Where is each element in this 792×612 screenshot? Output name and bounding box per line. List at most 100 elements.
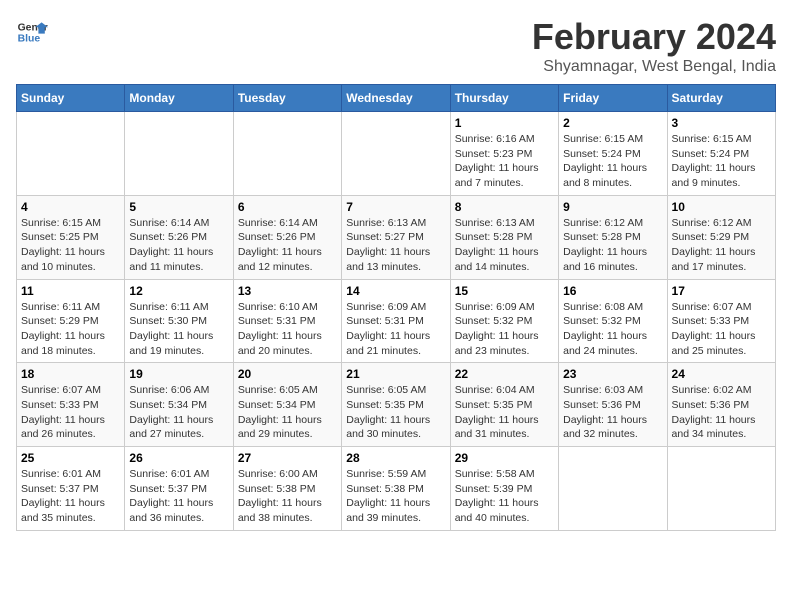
day-info: Sunrise: 6:07 AM Sunset: 5:33 PM Dayligh… — [21, 383, 120, 442]
day-number: 18 — [21, 367, 120, 381]
week-row-2: 4 Sunrise: 6:15 AM Sunset: 5:25 PM Daylig… — [17, 195, 776, 279]
day-header-saturday: Saturday — [667, 85, 775, 112]
calendar-table: SundayMondayTuesdayWednesdayThursdayFrid… — [16, 84, 776, 531]
day-number: 4 — [21, 200, 120, 214]
day-number: 8 — [455, 200, 554, 214]
day-number: 20 — [238, 367, 337, 381]
calendar-cell — [559, 447, 667, 531]
day-header-wednesday: Wednesday — [342, 85, 450, 112]
calendar-cell — [17, 112, 125, 196]
calendar-cell: 13 Sunrise: 6:10 AM Sunset: 5:31 PM Dayli… — [233, 279, 341, 363]
calendar-cell: 9 Sunrise: 6:12 AM Sunset: 5:28 PM Daylig… — [559, 195, 667, 279]
day-info: Sunrise: 6:06 AM Sunset: 5:34 PM Dayligh… — [129, 383, 228, 442]
calendar-cell — [342, 112, 450, 196]
day-info: Sunrise: 6:12 AM Sunset: 5:29 PM Dayligh… — [672, 216, 771, 275]
day-number: 27 — [238, 451, 337, 465]
calendar-cell: 14 Sunrise: 6:09 AM Sunset: 5:31 PM Dayli… — [342, 279, 450, 363]
day-number: 28 — [346, 451, 445, 465]
day-number: 9 — [563, 200, 662, 214]
day-info: Sunrise: 6:07 AM Sunset: 5:33 PM Dayligh… — [672, 300, 771, 359]
day-info: Sunrise: 6:04 AM Sunset: 5:35 PM Dayligh… — [455, 383, 554, 442]
day-number: 14 — [346, 284, 445, 298]
day-number: 1 — [455, 116, 554, 130]
calendar-header-row: SundayMondayTuesdayWednesdayThursdayFrid… — [17, 85, 776, 112]
day-header-tuesday: Tuesday — [233, 85, 341, 112]
calendar-cell: 22Sunrise: 6:04 AM Sunset: 5:35 PM Dayli… — [450, 363, 558, 447]
logo: General Blue — [16, 16, 48, 48]
day-info: Sunrise: 6:12 AM Sunset: 5:28 PM Dayligh… — [563, 216, 662, 275]
calendar-cell: 7 Sunrise: 6:13 AM Sunset: 5:27 PM Daylig… — [342, 195, 450, 279]
day-info: Sunrise: 6:13 AM Sunset: 5:28 PM Dayligh… — [455, 216, 554, 275]
day-number: 25 — [21, 451, 120, 465]
calendar-cell: 8 Sunrise: 6:13 AM Sunset: 5:28 PM Daylig… — [450, 195, 558, 279]
day-info: Sunrise: 6:09 AM Sunset: 5:32 PM Dayligh… — [455, 300, 554, 359]
calendar-cell — [233, 112, 341, 196]
calendar-cell: 15 Sunrise: 6:09 AM Sunset: 5:32 PM Dayli… — [450, 279, 558, 363]
day-number: 12 — [129, 284, 228, 298]
day-info: Sunrise: 5:59 AM Sunset: 5:38 PM Dayligh… — [346, 467, 445, 526]
day-info: Sunrise: 5:58 AM Sunset: 5:39 PM Dayligh… — [455, 467, 554, 526]
calendar-cell: 5 Sunrise: 6:14 AM Sunset: 5:26 PM Daylig… — [125, 195, 233, 279]
calendar-cell: 27 Sunrise: 6:00 AM Sunset: 5:38 PM Dayli… — [233, 447, 341, 531]
day-info: Sunrise: 6:14 AM Sunset: 5:26 PM Dayligh… — [238, 216, 337, 275]
calendar-cell: 1 Sunrise: 6:16 AM Sunset: 5:23 PM Daylig… — [450, 112, 558, 196]
week-row-5: 25 Sunrise: 6:01 AM Sunset: 5:37 PM Dayli… — [17, 447, 776, 531]
day-info: Sunrise: 6:15 AM Sunset: 5:24 PM Dayligh… — [563, 132, 662, 191]
calendar-cell: 4 Sunrise: 6:15 AM Sunset: 5:25 PM Daylig… — [17, 195, 125, 279]
calendar-cell: 20 Sunrise: 6:05 AM Sunset: 5:34 PM Dayli… — [233, 363, 341, 447]
day-number: 17 — [672, 284, 771, 298]
week-row-3: 11 Sunrise: 6:11 AM Sunset: 5:29 PM Dayli… — [17, 279, 776, 363]
day-info: Sunrise: 6:16 AM Sunset: 5:23 PM Dayligh… — [455, 132, 554, 191]
day-info: Sunrise: 6:14 AM Sunset: 5:26 PM Dayligh… — [129, 216, 228, 275]
day-header-thursday: Thursday — [450, 85, 558, 112]
day-number: 29 — [455, 451, 554, 465]
day-info: Sunrise: 6:11 AM Sunset: 5:29 PM Dayligh… — [21, 300, 120, 359]
day-header-sunday: Sunday — [17, 85, 125, 112]
week-row-4: 18 Sunrise: 6:07 AM Sunset: 5:33 PM Dayli… — [17, 363, 776, 447]
day-number: 23 — [563, 367, 662, 381]
week-row-1: 1 Sunrise: 6:16 AM Sunset: 5:23 PM Daylig… — [17, 112, 776, 196]
day-number: 3 — [672, 116, 771, 130]
day-info: Sunrise: 6:10 AM Sunset: 5:31 PM Dayligh… — [238, 300, 337, 359]
day-header-monday: Monday — [125, 85, 233, 112]
calendar-cell: 2Sunrise: 6:15 AM Sunset: 5:24 PM Daylig… — [559, 112, 667, 196]
svg-text:Blue: Blue — [18, 34, 41, 45]
calendar-cell: 29 Sunrise: 5:58 AM Sunset: 5:39 PM Dayli… — [450, 447, 558, 531]
day-header-friday: Friday — [559, 85, 667, 112]
day-number: 10 — [672, 200, 771, 214]
day-number: 24 — [672, 367, 771, 381]
subtitle: Shyamnagar, West Bengal, India — [532, 58, 776, 76]
calendar-cell: 23Sunrise: 6:03 AM Sunset: 5:36 PM Dayli… — [559, 363, 667, 447]
day-info: Sunrise: 6:01 AM Sunset: 5:37 PM Dayligh… — [21, 467, 120, 526]
calendar-cell: 24 Sunrise: 6:02 AM Sunset: 5:36 PM Dayli… — [667, 363, 775, 447]
day-number: 26 — [129, 451, 228, 465]
day-number: 19 — [129, 367, 228, 381]
day-info: Sunrise: 6:00 AM Sunset: 5:38 PM Dayligh… — [238, 467, 337, 526]
day-number: 21 — [346, 367, 445, 381]
page-header: General Blue February 2024 Shyamnagar, W… — [16, 16, 776, 76]
calendar-cell: 21Sunrise: 6:05 AM Sunset: 5:35 PM Dayli… — [342, 363, 450, 447]
calendar-cell: 19 Sunrise: 6:06 AM Sunset: 5:34 PM Dayli… — [125, 363, 233, 447]
day-number: 13 — [238, 284, 337, 298]
day-number: 5 — [129, 200, 228, 214]
day-number: 15 — [455, 284, 554, 298]
calendar-cell: 3 Sunrise: 6:15 AM Sunset: 5:24 PM Daylig… — [667, 112, 775, 196]
day-info: Sunrise: 6:08 AM Sunset: 5:32 PM Dayligh… — [563, 300, 662, 359]
calendar-cell: 17 Sunrise: 6:07 AM Sunset: 5:33 PM Dayli… — [667, 279, 775, 363]
day-number: 7 — [346, 200, 445, 214]
calendar-cell: 6 Sunrise: 6:14 AM Sunset: 5:26 PM Daylig… — [233, 195, 341, 279]
day-info: Sunrise: 6:15 AM Sunset: 5:24 PM Dayligh… — [672, 132, 771, 191]
day-info: Sunrise: 6:02 AM Sunset: 5:36 PM Dayligh… — [672, 383, 771, 442]
day-number: 11 — [21, 284, 120, 298]
day-info: Sunrise: 6:09 AM Sunset: 5:31 PM Dayligh… — [346, 300, 445, 359]
day-info: Sunrise: 6:11 AM Sunset: 5:30 PM Dayligh… — [129, 300, 228, 359]
title-block: February 2024 Shyamnagar, West Bengal, I… — [532, 16, 776, 76]
calendar-cell: 25 Sunrise: 6:01 AM Sunset: 5:37 PM Dayli… — [17, 447, 125, 531]
calendar-cell: 28 Sunrise: 5:59 AM Sunset: 5:38 PM Dayli… — [342, 447, 450, 531]
calendar-cell: 26Sunrise: 6:01 AM Sunset: 5:37 PM Dayli… — [125, 447, 233, 531]
calendar-cell: 12 Sunrise: 6:11 AM Sunset: 5:30 PM Dayli… — [125, 279, 233, 363]
day-info: Sunrise: 6:15 AM Sunset: 5:25 PM Dayligh… — [21, 216, 120, 275]
day-info: Sunrise: 6:05 AM Sunset: 5:34 PM Dayligh… — [238, 383, 337, 442]
day-info: Sunrise: 6:13 AM Sunset: 5:27 PM Dayligh… — [346, 216, 445, 275]
day-number: 6 — [238, 200, 337, 214]
